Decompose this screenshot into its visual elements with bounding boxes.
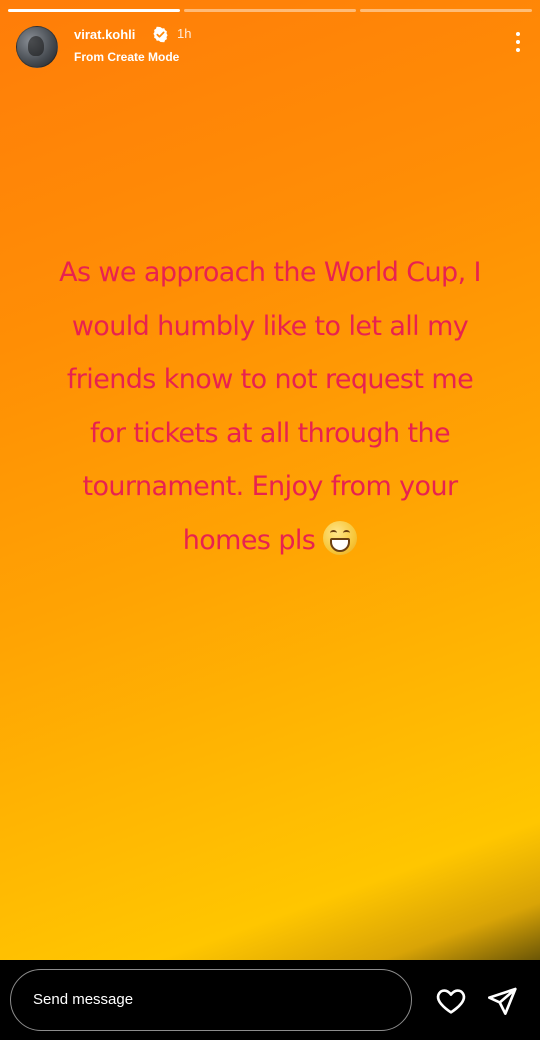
story-header: virat.kohli 1h From Create Mode: [16, 24, 524, 68]
story-subtitle[interactable]: From Create Mode: [74, 50, 179, 64]
paper-plane-icon[interactable]: [486, 985, 518, 1017]
send-message-placeholder: Send message: [33, 991, 134, 1008]
message-line-last: homes pls: [40, 514, 500, 568]
message-line: tournament. Enjoy from your: [82, 471, 459, 502]
story-message: As we approach the World Cup, I would hu…: [40, 246, 500, 567]
heart-icon[interactable]: [435, 985, 467, 1017]
post-time: 1h: [177, 26, 192, 41]
avatar[interactable]: [16, 26, 58, 68]
story-progress: [8, 9, 532, 12]
message-line: for tickets at all through the: [90, 417, 451, 449]
message-line: homes pls: [182, 524, 316, 556]
grinning-face-emoji-icon: [323, 520, 358, 555]
verified-badge-icon: [153, 26, 168, 43]
progress-segment: [184, 9, 356, 12]
username[interactable]: virat.kohli: [74, 27, 135, 42]
message-line: As we approach the World Cup, I: [59, 257, 481, 288]
story-view[interactable]: virat.kohli 1h From Create Mode As we ap…: [0, 0, 540, 960]
progress-segment: [360, 9, 532, 12]
more-options-icon[interactable]: [512, 32, 524, 58]
message-line: friends know to not request me: [66, 364, 474, 395]
progress-segment: [8, 9, 180, 12]
send-message-input[interactable]: Send message: [10, 969, 412, 1031]
message-line: would humbly like to let all my: [71, 310, 469, 342]
story-footer: Send message: [0, 960, 540, 1040]
